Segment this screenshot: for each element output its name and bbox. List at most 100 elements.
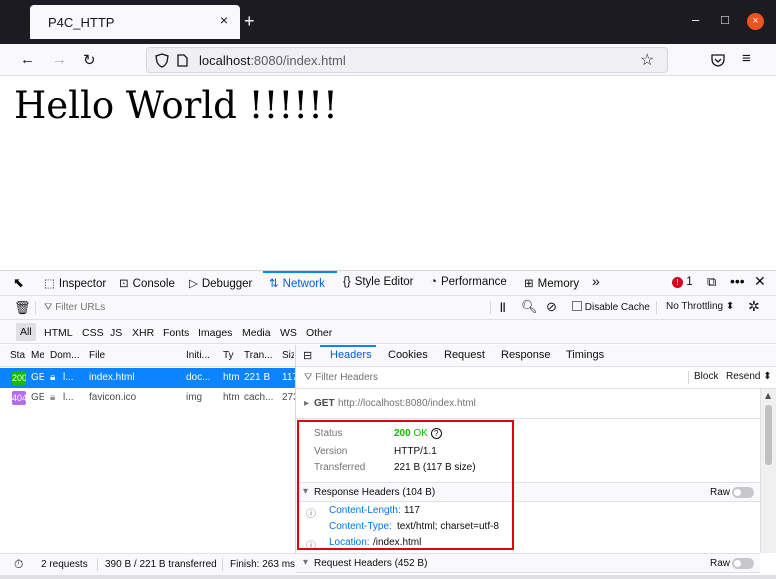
dock-icon[interactable]: ⧉ (707, 274, 716, 290)
finish-time: Finish: 263 ms (230, 559, 296, 570)
toggle-sidebar-icon[interactable]: ⊟ (303, 349, 312, 362)
trash-icon[interactable]: 🗑 (14, 300, 31, 316)
tab-request[interactable]: Request (444, 349, 485, 361)
column-type[interactable]: Ty (223, 350, 236, 361)
minimize-button[interactable]: – (692, 12, 699, 27)
tab-cookies[interactable]: Cookies (388, 349, 428, 361)
tab-memory[interactable]: ⊞ Memory (524, 276, 579, 290)
type-js[interactable]: JS (110, 327, 122, 339)
column-method[interactable]: Me (31, 350, 44, 361)
disable-cache-checkbox[interactable]: Disable Cache (572, 301, 650, 313)
request-headers-title: Request Headers (452 B) (314, 558, 428, 569)
element-picker-icon[interactable]: ⬉ (13, 275, 24, 291)
tab-inspector[interactable]: ⬚ Inspector (44, 276, 106, 290)
tab-console[interactable]: ⊡ Console (119, 276, 175, 290)
request-initiator: img (186, 392, 203, 403)
tab-style-editor[interactable]: {} Style Editor (343, 276, 414, 288)
type-ws[interactable]: WS (280, 327, 297, 339)
block-button[interactable]: Block (694, 371, 718, 382)
search-icon[interactable]: 🔍︎ (521, 299, 538, 315)
raw-toggle[interactable] (732, 487, 754, 498)
reload-icon[interactable]: ↻ (83, 51, 96, 69)
maximize-button[interactable]: □ (721, 12, 729, 27)
block-icon[interactable]: ⊘ (546, 299, 557, 315)
error-count[interactable]: ! 1 (672, 276, 693, 288)
column-domain[interactable]: Dom... (50, 350, 84, 361)
table-row[interactable]: 404 GET 🔒︎ l... favicon.ico img htm cach… (0, 388, 296, 408)
type-other[interactable]: Other (306, 327, 332, 339)
resend-button[interactable]: Resend ⬍ (726, 371, 772, 382)
scrollbar-thumb[interactable] (765, 405, 772, 465)
url-text[interactable]: localhost:8080/index.html (199, 53, 346, 68)
column-size[interactable]: Siz (282, 350, 294, 361)
divider (688, 371, 689, 384)
request-size: 117 (282, 372, 295, 383)
type-html[interactable]: HTML (44, 327, 73, 339)
tab-timings[interactable]: Timings (566, 349, 604, 361)
type-images[interactable]: Images (198, 327, 232, 339)
request-domain: l... (63, 372, 74, 383)
inspector-icon: ⬚ (44, 278, 55, 290)
active-tab-indicator (320, 345, 376, 347)
scroll-up-icon[interactable]: ▲ (765, 391, 771, 400)
filter-headers-bar: ⛛ Filter Headers Block Resend ⬍ (296, 367, 776, 389)
settings-gear-icon[interactable]: ✲ (748, 298, 760, 315)
tab-network[interactable]: ⇅ Network (269, 276, 325, 290)
network-status-bar: ⏱ 2 requests 390 B / 221 B transferred F… (0, 553, 296, 575)
scrollbar[interactable]: ▲ (760, 389, 776, 553)
tab-headers[interactable]: Headers (330, 349, 372, 361)
performance-analysis-icon[interactable]: ⏱ (14, 557, 23, 572)
transferred-total: 390 B / 221 B transferred (105, 559, 217, 570)
type-xhr[interactable]: XHR (132, 327, 154, 339)
request-type: htm (223, 392, 239, 403)
forward-arrow-icon[interactable]: → (52, 51, 67, 68)
request-type-filter: All HTML CSS JS XHR Fonts Images Media W… (0, 320, 776, 344)
column-file[interactable]: File (89, 350, 179, 361)
window-close-button[interactable]: × (747, 13, 764, 30)
expand-arrow-icon[interactable]: ▸ (304, 398, 309, 409)
console-icon: ⊡ (119, 278, 129, 290)
pocket-icon[interactable] (710, 53, 726, 67)
more-tools-chevron-icon[interactable]: » (592, 273, 600, 289)
new-tab-button[interactable]: + (244, 11, 255, 32)
browser-tab[interactable]: P4C_HTTP × (30, 5, 240, 39)
performance-icon: ◔ (430, 276, 437, 288)
filter-urls-input[interactable]: ⛛ Filter URLs (44, 302, 105, 313)
raw-toggle[interactable] (732, 558, 754, 569)
type-css[interactable]: CSS (82, 327, 104, 339)
tab-title: P4C_HTTP (48, 15, 115, 30)
request-type: htm (223, 372, 239, 383)
request-line[interactable]: ▸ GET http://localhost:8080/index.html (296, 389, 760, 419)
title-bar: P4C_HTTP × + – □ × (0, 0, 776, 44)
tab-close-icon[interactable]: × (220, 12, 228, 28)
type-fonts[interactable]: Fonts (163, 327, 189, 339)
url-bar[interactable]: localhost:8080/index.html ☆ (146, 47, 668, 73)
column-transferred[interactable]: Tran... (244, 350, 276, 361)
detail-tabs: ⊟ Headers Cookies Request Response Timin… (296, 345, 776, 367)
tab-response[interactable]: Response (501, 349, 551, 361)
throttling-select[interactable]: No Throttling ⬍ (666, 301, 734, 312)
column-initiator[interactable]: Initi... (186, 350, 216, 361)
pause-icon[interactable]: || (500, 302, 506, 313)
close-devtools-icon[interactable]: ✕ (754, 273, 766, 290)
request-headers-section[interactable]: ▾ Request Headers (452 B) Raw (296, 553, 760, 573)
lock-icon: 🔒︎ (50, 372, 56, 383)
request-table-header: Sta Me Dom... File Initi... Ty Tran... S… (0, 345, 296, 367)
table-row[interactable]: 200 GET 🔒︎ l... index.html doc... htm 22… (0, 368, 296, 388)
shield-icon[interactable] (155, 53, 169, 68)
menu-icon[interactable]: ≡ (742, 50, 751, 67)
filter-headers-input[interactable]: ⛛ Filter Headers (304, 372, 378, 383)
collapse-arrow-icon[interactable]: ▾ (303, 557, 308, 568)
options-menu-icon[interactable]: ••• (730, 273, 745, 289)
back-arrow-icon[interactable]: ← (20, 51, 35, 68)
url-host: localhost (199, 53, 251, 68)
status-badge: 200 (12, 371, 26, 385)
tab-performance[interactable]: ◔ Performance (430, 276, 507, 288)
type-all[interactable]: All (16, 323, 36, 341)
type-media[interactable]: Media (242, 327, 271, 339)
bookmark-star-icon[interactable]: ☆ (640, 50, 654, 70)
request-size: 273 (282, 392, 295, 403)
tab-debugger[interactable]: ▷ Debugger (189, 276, 252, 290)
request-method: GET (31, 372, 44, 383)
column-status[interactable]: Sta (10, 350, 26, 361)
